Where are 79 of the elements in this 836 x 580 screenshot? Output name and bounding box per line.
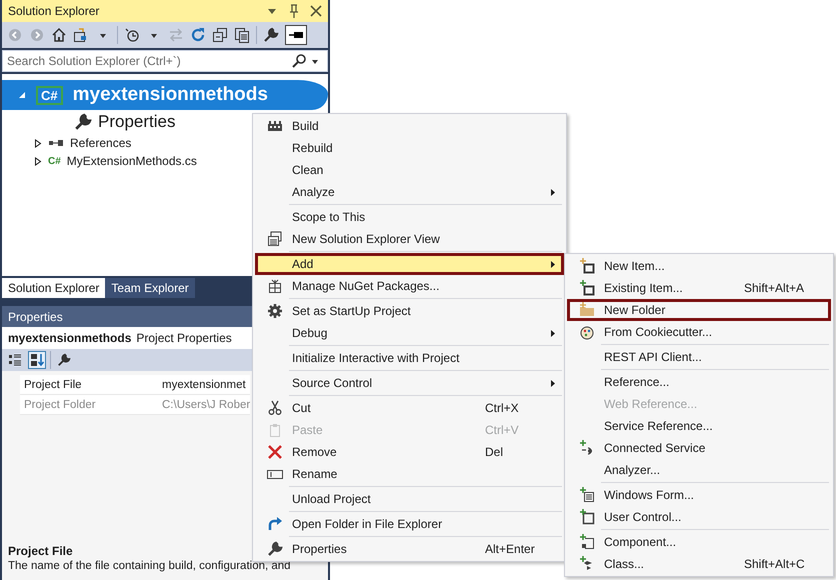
windows-icon xyxy=(267,231,283,247)
description-text: The name of the file containing build, configuration, and xyxy=(8,560,292,572)
panel-title: Solution Explorer xyxy=(8,4,100,18)
preview-toggle-button[interactable] xyxy=(285,25,307,45)
folder-icon xyxy=(579,302,595,318)
wrench-icon[interactable] xyxy=(263,27,279,43)
menu-item[interactable]: New Item... xyxy=(567,255,831,277)
description-title: Project File xyxy=(8,544,73,558)
package-icon xyxy=(267,278,283,294)
menu-item[interactable]: Connected Service xyxy=(567,437,831,459)
cross-icon xyxy=(267,444,283,460)
property-name: Project File xyxy=(23,378,83,390)
search-input[interactable]: Search Solution Explorer (Ctrl+`) xyxy=(7,54,291,68)
menu-item[interactable]: Class... Shift+Alt+C xyxy=(567,553,831,575)
menu-item[interactable]: New Folder xyxy=(567,299,831,321)
refresh-icon[interactable] xyxy=(190,27,206,43)
menu-item[interactable]: Manage NuGet Packages... xyxy=(255,275,564,297)
menu-item[interactable]: Service Reference... xyxy=(567,415,831,437)
menu-item[interactable]: Analyze xyxy=(255,181,564,203)
menu-item[interactable]: Unload Project xyxy=(255,488,564,510)
menu-item[interactable]: Initialize Interactive with Project xyxy=(255,347,564,369)
submenu-arrow-icon xyxy=(551,188,555,196)
menu-item[interactable]: New Solution Explorer View xyxy=(255,228,564,250)
menu-item[interactable]: Open Folder in File Explorer xyxy=(255,513,564,535)
close-icon[interactable] xyxy=(308,3,324,19)
add-item-icon xyxy=(579,280,595,296)
menu-item[interactable]: Cut Ctrl+X xyxy=(255,397,564,419)
panel-tab[interactable]: Team Explorer xyxy=(105,278,195,298)
alphabetical-button[interactable] xyxy=(28,351,46,369)
submenu-arrow-icon xyxy=(551,260,555,268)
menu-item[interactable]: Rebuild xyxy=(255,137,564,159)
sync-icon[interactable] xyxy=(73,27,89,43)
submenu-arrow-icon xyxy=(551,380,555,386)
redo-arrow-icon xyxy=(267,516,283,532)
menu-item[interactable]: Add xyxy=(255,253,564,275)
submenu-arrow-icon xyxy=(551,330,555,336)
property-value[interactable]: myextensionmet xyxy=(158,378,250,390)
history-icon[interactable] xyxy=(124,27,140,43)
menu-item[interactable]: Existing Item... Shift+Alt+A xyxy=(567,277,831,299)
control-icon xyxy=(579,509,595,525)
new-item-icon xyxy=(579,258,595,274)
palette-icon xyxy=(579,324,595,340)
connected-service-icon xyxy=(579,440,595,456)
collapse-triangle-icon[interactable] xyxy=(18,91,26,99)
menu-item[interactable]: Analyzer... xyxy=(567,459,831,481)
form-icon xyxy=(579,487,595,503)
wrench-icon xyxy=(267,541,283,557)
menu-item[interactable]: Remove Del xyxy=(255,441,564,463)
panel-title: Properties xyxy=(8,310,63,324)
component-icon xyxy=(579,534,595,550)
menu-item[interactable]: Build xyxy=(255,115,564,137)
clipboard-icon xyxy=(267,422,283,438)
menu-item[interactable]: Source Control xyxy=(255,372,564,394)
menu-item[interactable]: Clean xyxy=(255,159,564,181)
panel-tab[interactable]: Solution Explorer xyxy=(2,278,106,298)
menu-item[interactable]: User Control... xyxy=(567,506,831,528)
menu-item[interactable]: Rename xyxy=(255,463,564,485)
menu-item[interactable]: REST API Client... xyxy=(567,346,831,368)
csharp-icon: C# xyxy=(48,156,61,166)
collapse-all-icon[interactable] xyxy=(212,27,228,43)
menu-item[interactable]: From Cookiecutter... xyxy=(567,321,831,343)
pages-icon[interactable] xyxy=(234,27,250,43)
preview-icon xyxy=(289,32,303,38)
search-field[interactable]: Search Solution Explorer (Ctrl+`) xyxy=(2,50,328,72)
search-icon[interactable] xyxy=(291,53,307,69)
wrench-icon xyxy=(74,113,92,131)
home-icon[interactable] xyxy=(51,27,67,43)
menu-item[interactable]: Windows Form... xyxy=(567,484,831,506)
csharp-icon: C# xyxy=(36,86,63,104)
menu-item[interactable]: Properties Alt+Enter xyxy=(255,538,564,560)
menu-item[interactable]: Component... xyxy=(567,531,831,553)
project-node[interactable]: C# myextensionmethods xyxy=(2,80,328,110)
scissors-icon xyxy=(267,400,283,416)
menu-item[interactable]: Set as StartUp Project xyxy=(255,300,564,322)
menu-item[interactable]: Scope to This xyxy=(255,206,564,228)
menu-item[interactable]: Reference... xyxy=(567,371,831,393)
build-icon xyxy=(267,118,283,134)
gear-icon xyxy=(267,303,283,319)
property-name: Project Folder xyxy=(23,398,97,410)
